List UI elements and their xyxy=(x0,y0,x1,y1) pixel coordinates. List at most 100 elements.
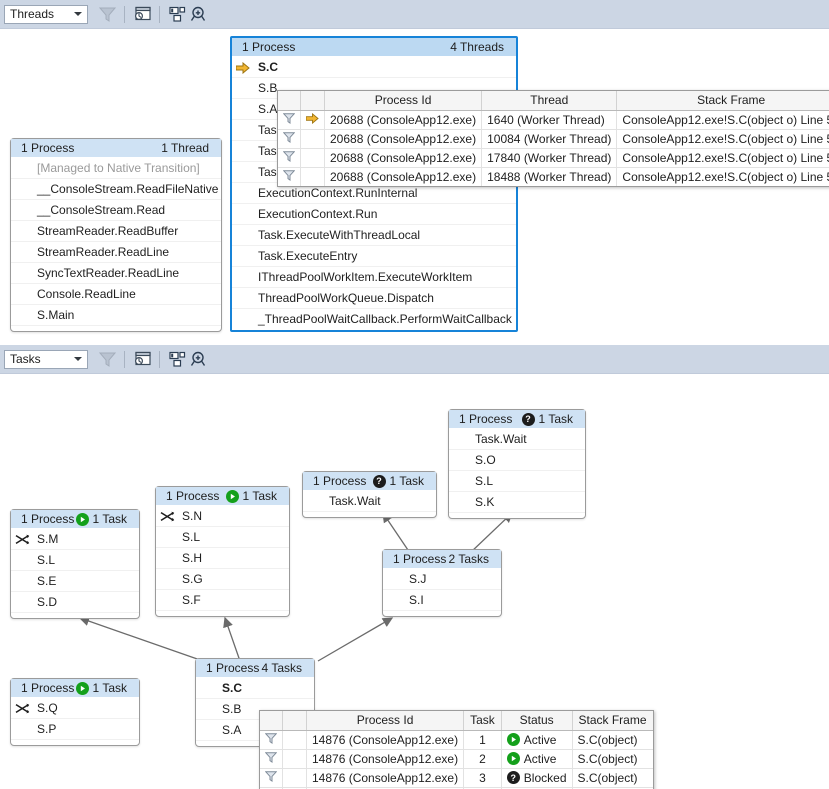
table-row[interactable]: 20688 (ConsoleApp12.exe) 10084 (Worker T… xyxy=(278,129,829,148)
stack-frame[interactable]: S.P xyxy=(11,719,139,740)
stack-frame[interactable]: IThreadPoolWorkItem.ExecuteWorkItem xyxy=(232,267,516,288)
frame-gutter xyxy=(236,267,256,288)
stack-node-task-wait[interactable]: 1 Process ? 1 Task Task.Wait xyxy=(302,471,437,518)
stack-frame[interactable]: S.L xyxy=(156,527,289,548)
col-process-id[interactable]: Process Id xyxy=(307,711,464,730)
stack-node-sm-chain[interactable]: 1 Process 1 Task S.M S. xyxy=(10,509,140,619)
stack-frame[interactable]: StreamReader.ReadBuffer xyxy=(11,221,221,242)
toggle-method-view-button[interactable] xyxy=(96,348,118,370)
stack-frame[interactable]: S.L xyxy=(449,471,585,492)
stack-frame[interactable]: S.D xyxy=(11,592,139,613)
auto-scroll-button[interactable] xyxy=(166,3,188,25)
stack-frame-label: Console.ReadLine xyxy=(37,287,136,301)
col-filter[interactable] xyxy=(278,91,301,110)
col-process-id[interactable]: Process Id xyxy=(325,91,482,110)
cell-stack-frame: S.C(object) xyxy=(572,768,653,787)
stack-frame[interactable]: S.L xyxy=(11,550,139,571)
stack-frame[interactable]: Task.ExecuteWithThreadLocal xyxy=(232,225,516,246)
stack-frame[interactable]: S.F xyxy=(156,590,289,611)
stack-frame[interactable]: S.N xyxy=(156,506,289,527)
row-filter-cell[interactable] xyxy=(278,167,301,186)
stack-frame[interactable]: __ConsoleStream.Read xyxy=(11,200,221,221)
table-row[interactable]: 14876 (ConsoleApp12.exe) 3 ? Blocked S.C… xyxy=(260,768,653,787)
active-icon xyxy=(76,513,89,526)
stack-frame[interactable]: _ThreadPoolWaitCallback.PerformWaitCallb… xyxy=(232,309,516,330)
stack-node-sq-chain[interactable]: 1 Process 1 Task S.Q S. xyxy=(10,678,140,746)
stack-frame-current[interactable]: S.C xyxy=(232,57,516,78)
stack-frame[interactable]: ThreadPoolWorkQueue.Dispatch xyxy=(232,288,516,309)
funnel-icon xyxy=(283,170,295,181)
col-status[interactable]: Status xyxy=(501,711,572,730)
stack-frame-label: Task.ExecuteEntry xyxy=(258,249,357,263)
stack-frame[interactable]: S.O xyxy=(449,450,585,471)
threads-detail-grid[interactable]: Process Id Thread Stack Frame 20688 (Con… xyxy=(277,90,829,187)
col-filter[interactable] xyxy=(260,711,283,730)
row-filter-cell[interactable] xyxy=(260,749,283,768)
show-threads-in-source-button[interactable] xyxy=(131,348,153,370)
stack-frame[interactable]: __ConsoleStream.ReadFileNative xyxy=(11,179,221,200)
tasks-detail-grid[interactable]: Process Id Task Status Stack Frame 14876… xyxy=(259,710,654,789)
row-marker-cell xyxy=(301,148,325,167)
threads-view-combobox[interactable]: Threads xyxy=(4,5,88,24)
blocked-icon: ? xyxy=(507,771,520,784)
col-marker[interactable] xyxy=(301,91,325,110)
cell-process-id: 20688 (ConsoleApp12.exe) xyxy=(325,129,482,148)
frame-gutter xyxy=(236,204,256,225)
stack-frame[interactable]: S.M xyxy=(11,529,139,550)
stack-node-two-tasks[interactable]: 1 Process 2 Tasks S.J S.I xyxy=(382,549,502,617)
stack-frame[interactable]: Task.Wait xyxy=(303,491,436,512)
col-task[interactable]: Task xyxy=(464,711,502,730)
stack-frame[interactable]: Console.ReadLine xyxy=(11,284,221,305)
stack-frame[interactable]: StreamReader.ReadLine xyxy=(11,242,221,263)
stack-frame-label: ExecutionContext.RunInternal xyxy=(258,186,417,200)
row-filter-cell[interactable] xyxy=(278,110,301,129)
stack-node-main-thread[interactable]: 1 Process 1 Thread [Managed to Native Tr… xyxy=(10,138,222,332)
row-filter-cell[interactable] xyxy=(278,129,301,148)
stack-frame[interactable]: S.E xyxy=(11,571,139,592)
threads-toolbar: Threads xyxy=(0,0,829,29)
stack-frame[interactable]: S.H xyxy=(156,548,289,569)
table-row[interactable]: 20688 (ConsoleApp12.exe) 17840 (Worker T… xyxy=(278,148,829,167)
show-threads-in-source-button[interactable] xyxy=(131,3,153,25)
col-stack-frame[interactable]: Stack Frame xyxy=(617,91,829,110)
stack-frame[interactable]: Task.Wait xyxy=(449,429,585,450)
toggle-method-view-button[interactable] xyxy=(96,3,118,25)
cell-stack-frame: ConsoleApp12.exe!S.C(object o) Line 59 xyxy=(617,148,829,167)
row-filter-cell[interactable] xyxy=(260,730,283,749)
cell-thread: 18488 (Worker Thread) xyxy=(482,167,617,186)
stack-frame[interactable]: S.G xyxy=(156,569,289,590)
stack-frame[interactable]: S.I xyxy=(383,590,501,611)
stack-frame[interactable]: S.Main xyxy=(11,305,221,326)
tasks-graph-canvas[interactable]: 1 Process ? 1 Task Task.Wait S.O S.L S.K… xyxy=(0,373,829,789)
zoom-button[interactable] xyxy=(188,3,210,25)
col-thread[interactable]: Thread xyxy=(482,91,617,110)
table-row[interactable]: 14876 (ConsoleApp12.exe) 2 Active S.C(ob… xyxy=(260,749,653,768)
threads-graph-canvas[interactable]: 1 Process 1 Thread [Managed to Native Tr… xyxy=(0,28,829,345)
stack-frame[interactable]: S.Q xyxy=(11,698,139,719)
node-header: 1 Process 2 Tasks xyxy=(383,550,501,569)
stack-frame[interactable]: [Managed to Native Transition] xyxy=(11,158,221,179)
stack-node-sn-chain[interactable]: 1 Process 1 Task S.N S. xyxy=(155,486,290,617)
stack-frame[interactable]: S.K xyxy=(449,492,585,513)
row-filter-cell[interactable] xyxy=(278,148,301,167)
stack-frame[interactable]: S.J xyxy=(383,569,501,590)
stack-frame[interactable]: SyncTextReader.ReadLine xyxy=(11,263,221,284)
table-row[interactable]: 14876 (ConsoleApp12.exe) 1 Active S.C(ob… xyxy=(260,730,653,749)
table-row[interactable]: 20688 (ConsoleApp12.exe) 1640 (Worker Th… xyxy=(278,110,829,129)
tasks-view-combobox[interactable]: Tasks xyxy=(4,350,88,369)
table-row[interactable]: 20688 (ConsoleApp12.exe) 18488 (Worker T… xyxy=(278,167,829,186)
col-stack-frame[interactable]: Stack Frame xyxy=(572,711,653,730)
stack-frame-current[interactable]: S.C xyxy=(196,678,314,699)
stack-frame[interactable]: ExecutionContext.Run xyxy=(232,204,516,225)
frame-gutter xyxy=(236,162,256,183)
stack-frame[interactable]: Task.ExecuteEntry xyxy=(232,246,516,267)
row-marker-cell xyxy=(301,110,325,129)
auto-scroll-button[interactable] xyxy=(166,348,188,370)
stack-frame-label: S.H xyxy=(182,551,202,565)
async-crossed-icon xyxy=(15,534,30,545)
col-marker[interactable] xyxy=(283,711,307,730)
row-filter-cell[interactable] xyxy=(260,768,283,787)
stack-node-task-wait-chain[interactable]: 1 Process ? 1 Task Task.Wait S.O S.L S.K xyxy=(448,409,586,519)
zoom-button[interactable] xyxy=(188,348,210,370)
node-process-count: 1 Process xyxy=(303,472,366,490)
